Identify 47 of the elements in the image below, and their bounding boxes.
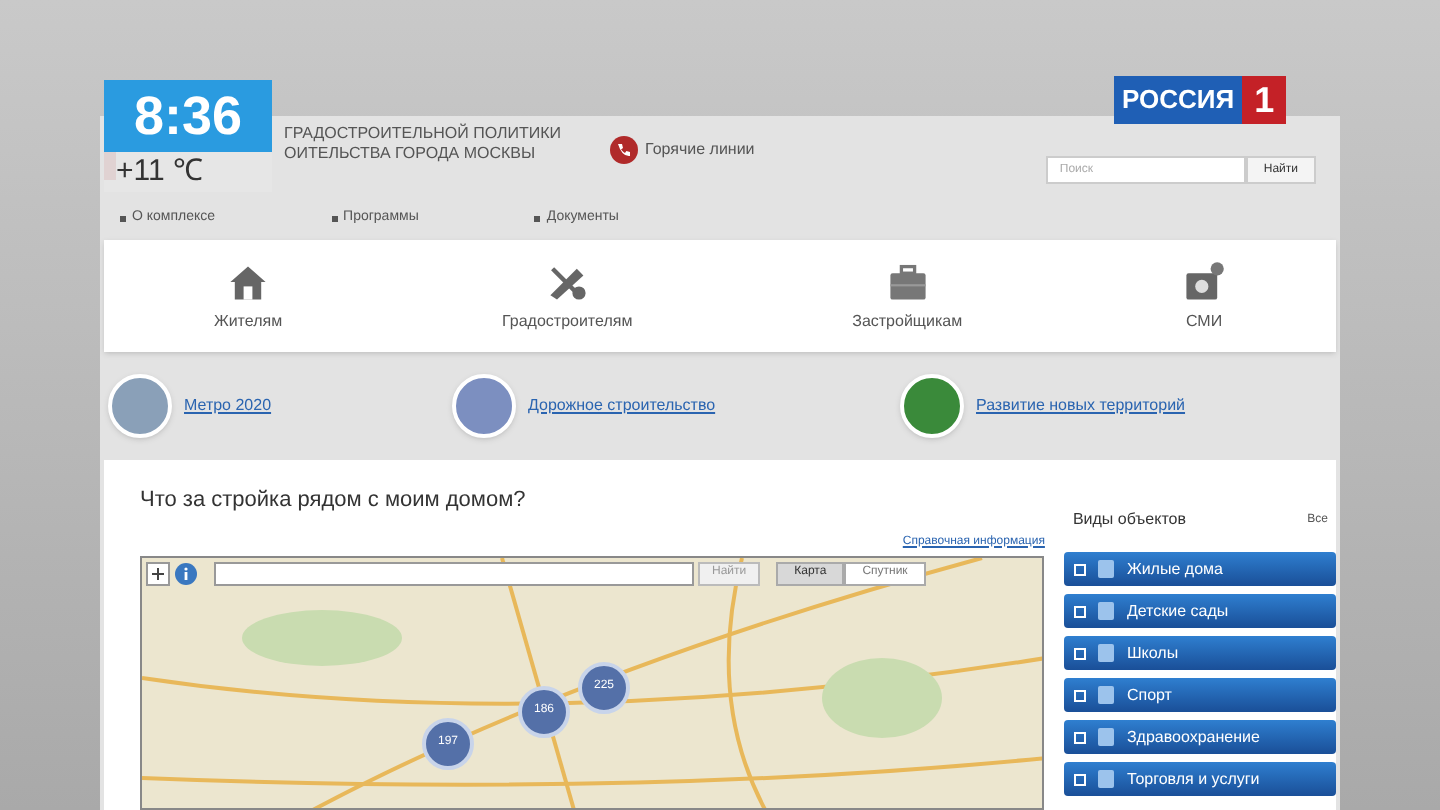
plus-icon	[150, 565, 166, 581]
category-button[interactable]: Школы	[1064, 636, 1336, 670]
category-icon	[1098, 644, 1115, 662]
sidebar-title: Виды объектов	[1072, 508, 1186, 532]
category-button[interactable]: Торговля и услуги	[1064, 762, 1336, 796]
program-thumbnail	[108, 374, 172, 438]
site-title-line: ГРАДОСТРОИТЕЛЬНОЙ ПОЛИТИКИ	[284, 124, 562, 144]
phone-icon	[609, 136, 638, 164]
bullet-icon	[331, 215, 338, 221]
bullet-icon	[534, 215, 541, 221]
category-button[interactable]: Детские сады	[1064, 594, 1336, 628]
program-link[interactable]: Дорожное строительство	[528, 394, 716, 418]
category-icon	[1098, 728, 1115, 746]
audience-link[interactable]: Жителям	[213, 259, 283, 333]
bullet-icon	[120, 215, 126, 221]
checkbox[interactable]	[1074, 731, 1087, 743]
site-title-line: ОИТЕЛЬСТВА ГОРОДА МОСКВЫ	[284, 144, 538, 164]
category-icon	[1098, 686, 1115, 704]
briefcase-icon	[885, 259, 930, 303]
checkbox[interactable]	[1074, 605, 1087, 617]
checkbox[interactable]	[1074, 647, 1087, 659]
category-icon	[1098, 770, 1115, 788]
section-title: Что за стройка рядом с моим домом?	[140, 486, 528, 516]
category-button[interactable]: Спорт	[1064, 678, 1336, 712]
program-link[interactable]: Метро 2020	[184, 394, 272, 418]
map-search-field[interactable]	[214, 561, 694, 585]
checkbox[interactable]	[1074, 563, 1087, 575]
category-button[interactable]: Жилые дома	[1064, 552, 1336, 586]
channel-number: 1	[1254, 77, 1275, 123]
clock-time: 8:36	[133, 83, 243, 150]
category-icon	[1098, 602, 1115, 620]
category-icon	[1098, 560, 1115, 578]
temperature: +11 ℃	[116, 151, 203, 192]
hotline-link[interactable]: Горячие линии	[645, 138, 755, 162]
info-icon[interactable]	[174, 561, 198, 585]
category-button[interactable]: Здравоохранение	[1064, 720, 1336, 754]
checkbox[interactable]	[1074, 773, 1087, 785]
channel-name: РОССИЯ	[1122, 82, 1235, 119]
program-thumbnail	[900, 374, 964, 438]
program-link[interactable]: Развитие новых территорий	[976, 394, 1186, 418]
audience-link[interactable]: Градостроителям	[502, 259, 633, 333]
audience-link[interactable]: СМИ	[1182, 259, 1227, 333]
program-thumbnail	[452, 374, 516, 438]
audience-link[interactable]: Застройщикам	[852, 259, 963, 333]
camera-icon	[1182, 259, 1227, 303]
zoom-in-button[interactable]	[146, 561, 170, 585]
checkbox[interactable]	[1074, 689, 1087, 701]
